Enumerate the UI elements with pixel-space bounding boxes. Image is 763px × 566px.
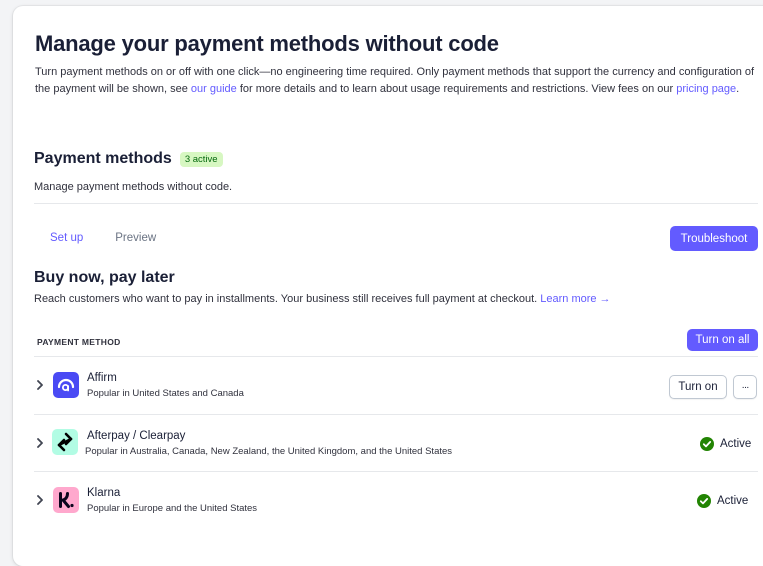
klarna-logo-icon	[53, 487, 79, 513]
column-header-payment-method: PAYMENT METHOD	[37, 337, 121, 347]
payment-methods-subtitle: Manage payment methods without code.	[34, 181, 233, 193]
turn-on-affirm-button[interactable]: Turn on	[669, 375, 727, 399]
chevron-right-icon[interactable]	[34, 379, 46, 391]
check-circle-icon	[700, 437, 714, 451]
afterpay-name: Afterpay / Clearpay	[87, 430, 186, 442]
tab-bar: Set up Preview	[50, 232, 156, 244]
tab-set-up[interactable]: Set up	[50, 232, 83, 244]
section-divider	[34, 203, 758, 204]
klarna-status-label: Active	[717, 495, 749, 507]
learn-more-link[interactable]: Learn more →	[540, 293, 610, 305]
klarna-name: Klarna	[87, 487, 121, 499]
afterpay-description: Popular in Australia, Canada, New Zealan…	[85, 446, 453, 457]
payment-method-row-affirm: Affirm Popular in United States and Cana…	[34, 357, 758, 413]
chevron-right-icon[interactable]	[34, 437, 46, 449]
troubleshoot-button[interactable]: Troubleshoot	[670, 226, 758, 251]
payment-methods-card: Manage your payment methods without code…	[13, 6, 763, 566]
affirm-description: Popular in United States and Canada	[87, 388, 244, 399]
description-text-3: .	[736, 82, 740, 95]
guide-link[interactable]: our guide	[191, 83, 237, 95]
active-count-badge: 3 active	[179, 151, 223, 167]
payment-methods-header: Payment methods 3 active	[34, 150, 223, 168]
affirm-logo-icon	[53, 372, 79, 398]
chevron-right-icon[interactable]	[34, 494, 46, 506]
klarna-status: Active	[697, 494, 748, 508]
afterpay-logo-icon	[52, 429, 78, 455]
bnpl-title: Buy now, pay later	[34, 269, 175, 286]
afterpay-status-label: Active	[720, 438, 752, 450]
more-options-button[interactable]: ···	[733, 375, 757, 399]
bnpl-description: Reach customers who want to pay in insta…	[34, 293, 611, 305]
payment-method-row-afterpay: Afterpay / Clearpay Popular in Australia…	[34, 415, 758, 471]
check-circle-icon	[697, 494, 711, 508]
turn-on-all-button[interactable]: Turn on all	[687, 329, 758, 351]
page-title: Manage your payment methods without code	[35, 31, 499, 56]
pricing-page-link[interactable]: pricing page	[676, 83, 736, 95]
page-description: Turn payment methods on or off with one …	[35, 64, 757, 97]
tab-preview[interactable]: Preview	[115, 232, 156, 244]
bnpl-description-text: Reach customers who want to pay in insta…	[34, 293, 541, 305]
klarna-description: Popular in Europe and the United States	[87, 503, 258, 514]
description-text-2: for more details and to learn about usag…	[236, 82, 677, 95]
affirm-name: Affirm	[87, 372, 117, 384]
payment-methods-title: Payment methods	[34, 150, 172, 167]
payment-method-row-klarna: Klarna Popular in Europe and the United …	[34, 472, 758, 528]
afterpay-status: Active	[700, 437, 751, 451]
